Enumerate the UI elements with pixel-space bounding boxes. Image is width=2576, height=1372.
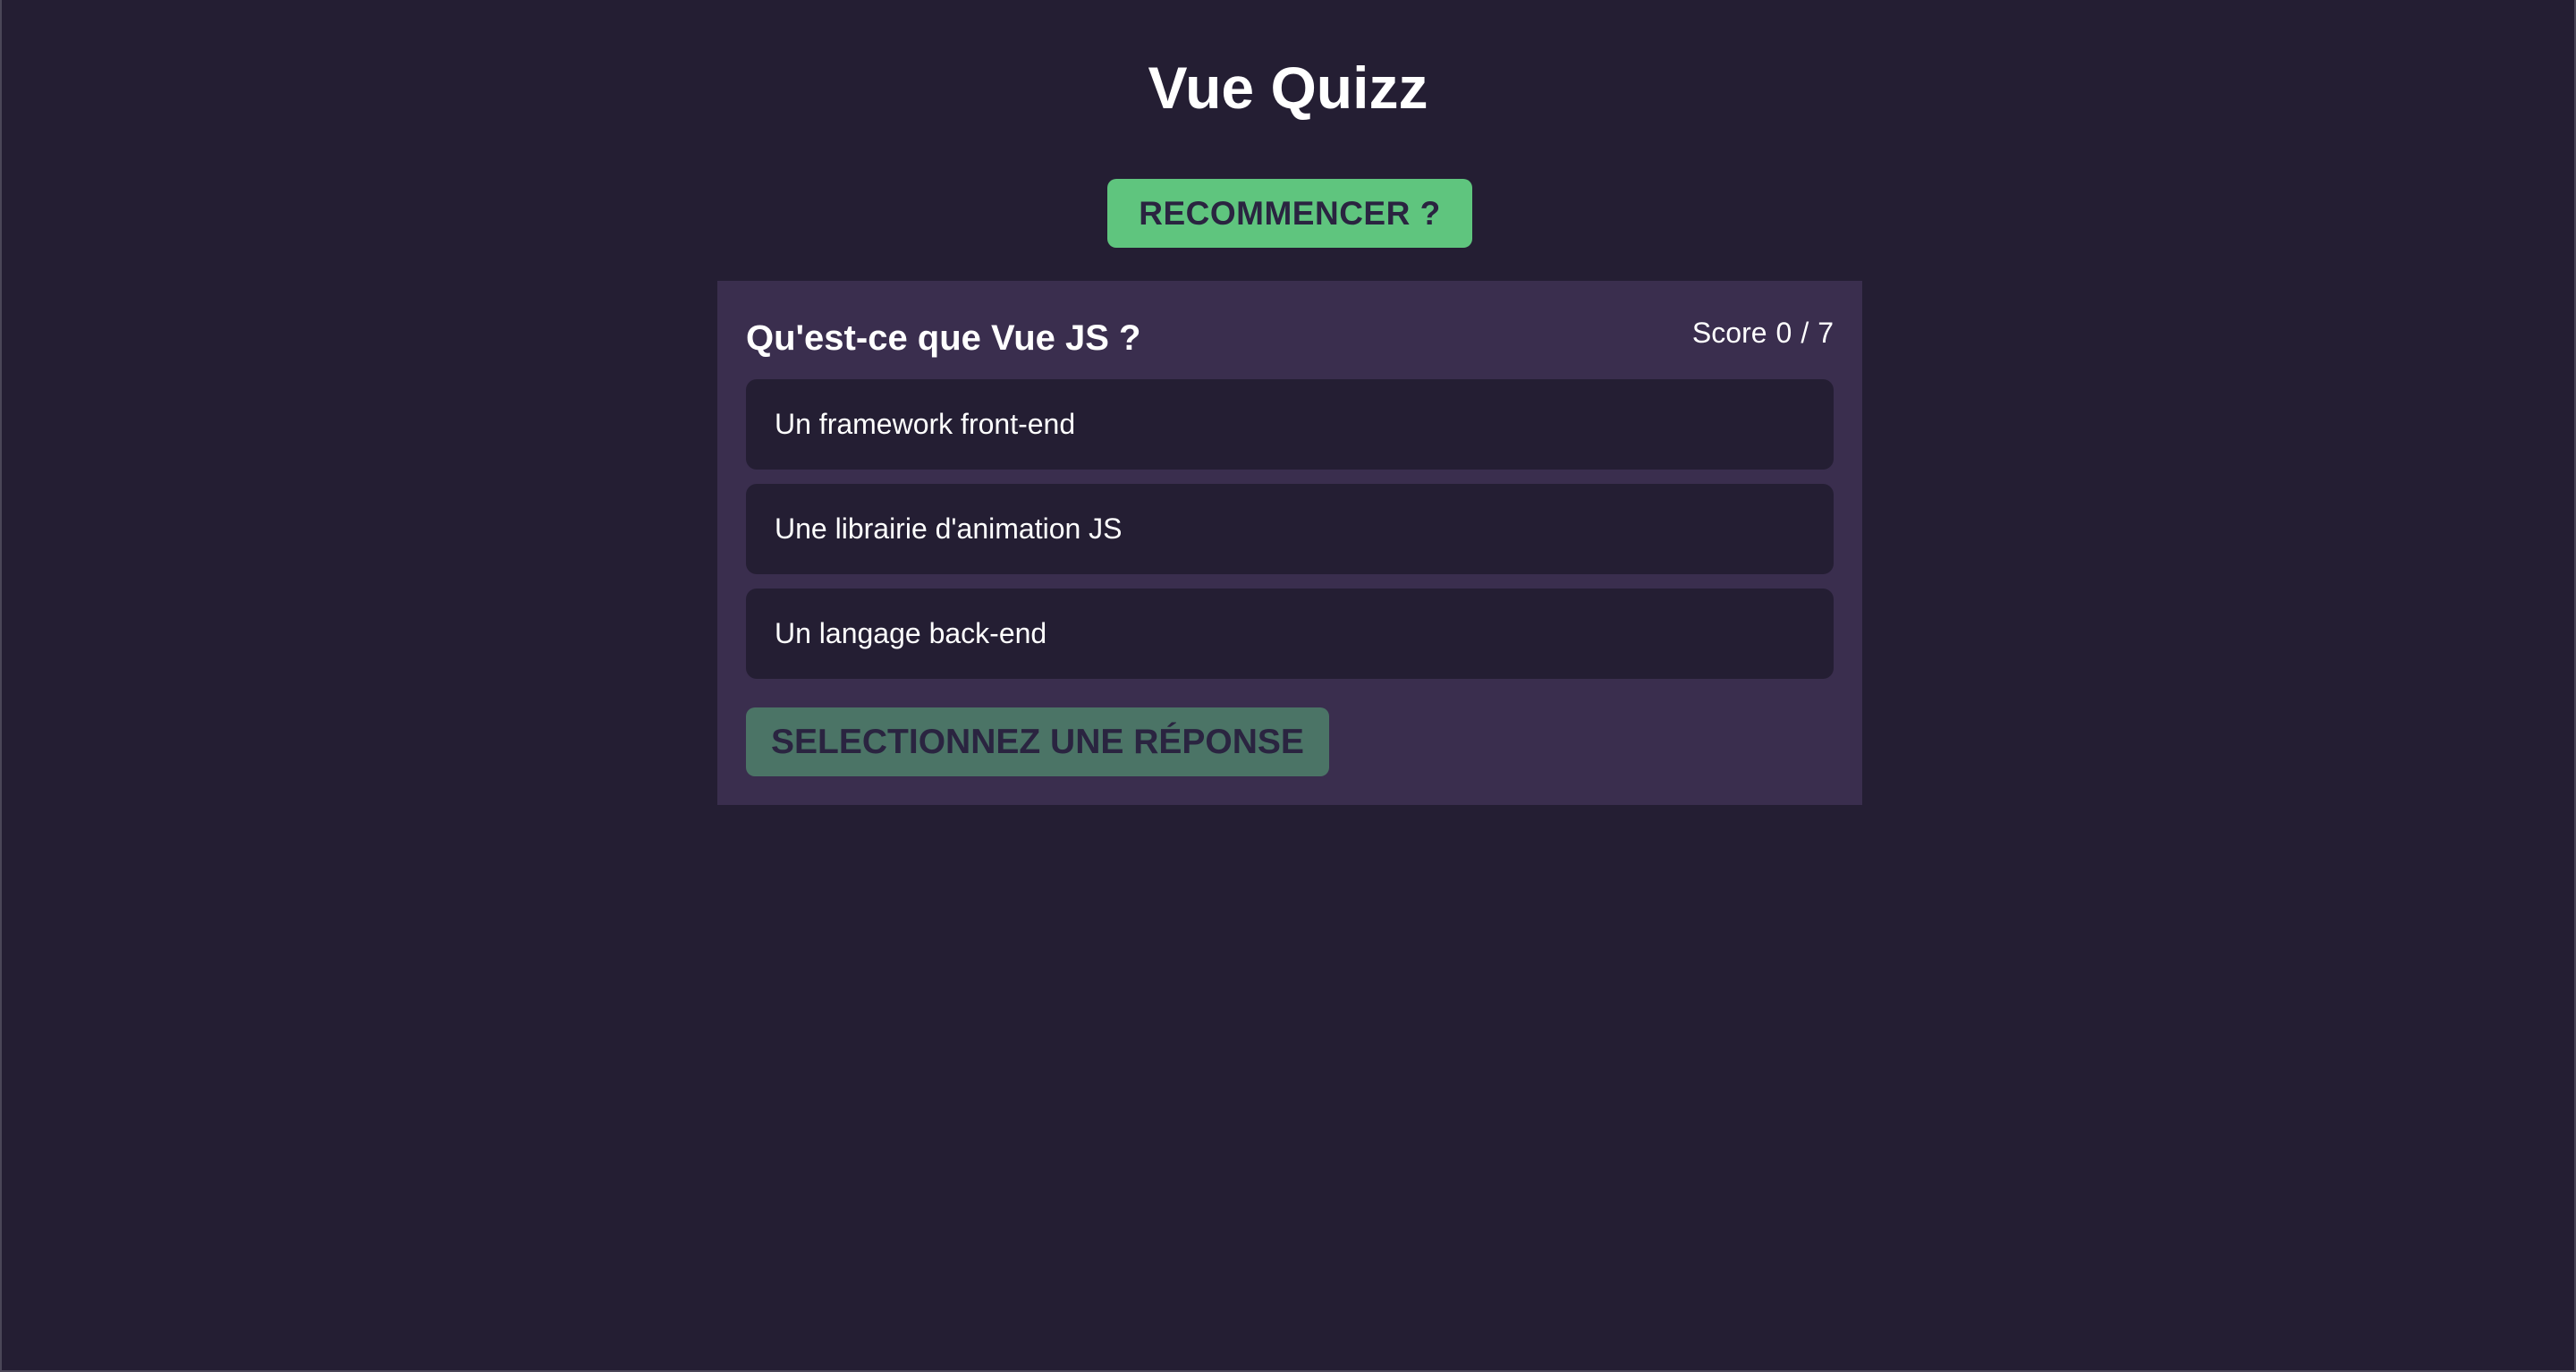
score-total: 7 <box>1818 317 1834 349</box>
answer-list: Un framework front-end Une librairie d'a… <box>746 379 1834 679</box>
restart-button[interactable]: RECOMMENCER ? <box>1107 179 1472 248</box>
answer-label: Un framework front-end <box>775 408 1076 440</box>
answer-label: Un langage back-end <box>775 617 1047 649</box>
quiz-header: Qu'est-ce que Vue JS ? Score 0 / 7 <box>746 306 1834 360</box>
answer-option-2[interactable]: Une librairie d'animation JS <box>746 484 1834 574</box>
answer-label: Une librairie d'animation JS <box>775 512 1123 545</box>
answer-option-1[interactable]: Un framework front-end <box>746 379 1834 470</box>
submit-answer-button[interactable]: SELECTIONNEZ UNE RÉPONSE <box>746 707 1329 776</box>
page: Vue Quizz RECOMMENCER ? Qu'est-ce que Vu… <box>0 0 2576 1372</box>
score-label: Score <box>1691 317 1767 349</box>
score-separator: / <box>1801 317 1809 349</box>
score-display: Score 0 / 7 <box>1692 313 1834 352</box>
question-title: Qu'est-ce que Vue JS ? <box>746 318 1141 358</box>
answer-option-3[interactable]: Un langage back-end <box>746 589 1834 679</box>
score-current: 0 <box>1775 317 1792 349</box>
app-title: Vue Quizz <box>1148 55 1428 121</box>
quiz-card: Qu'est-ce que Vue JS ? Score 0 / 7 Un fr… <box>717 281 1862 805</box>
